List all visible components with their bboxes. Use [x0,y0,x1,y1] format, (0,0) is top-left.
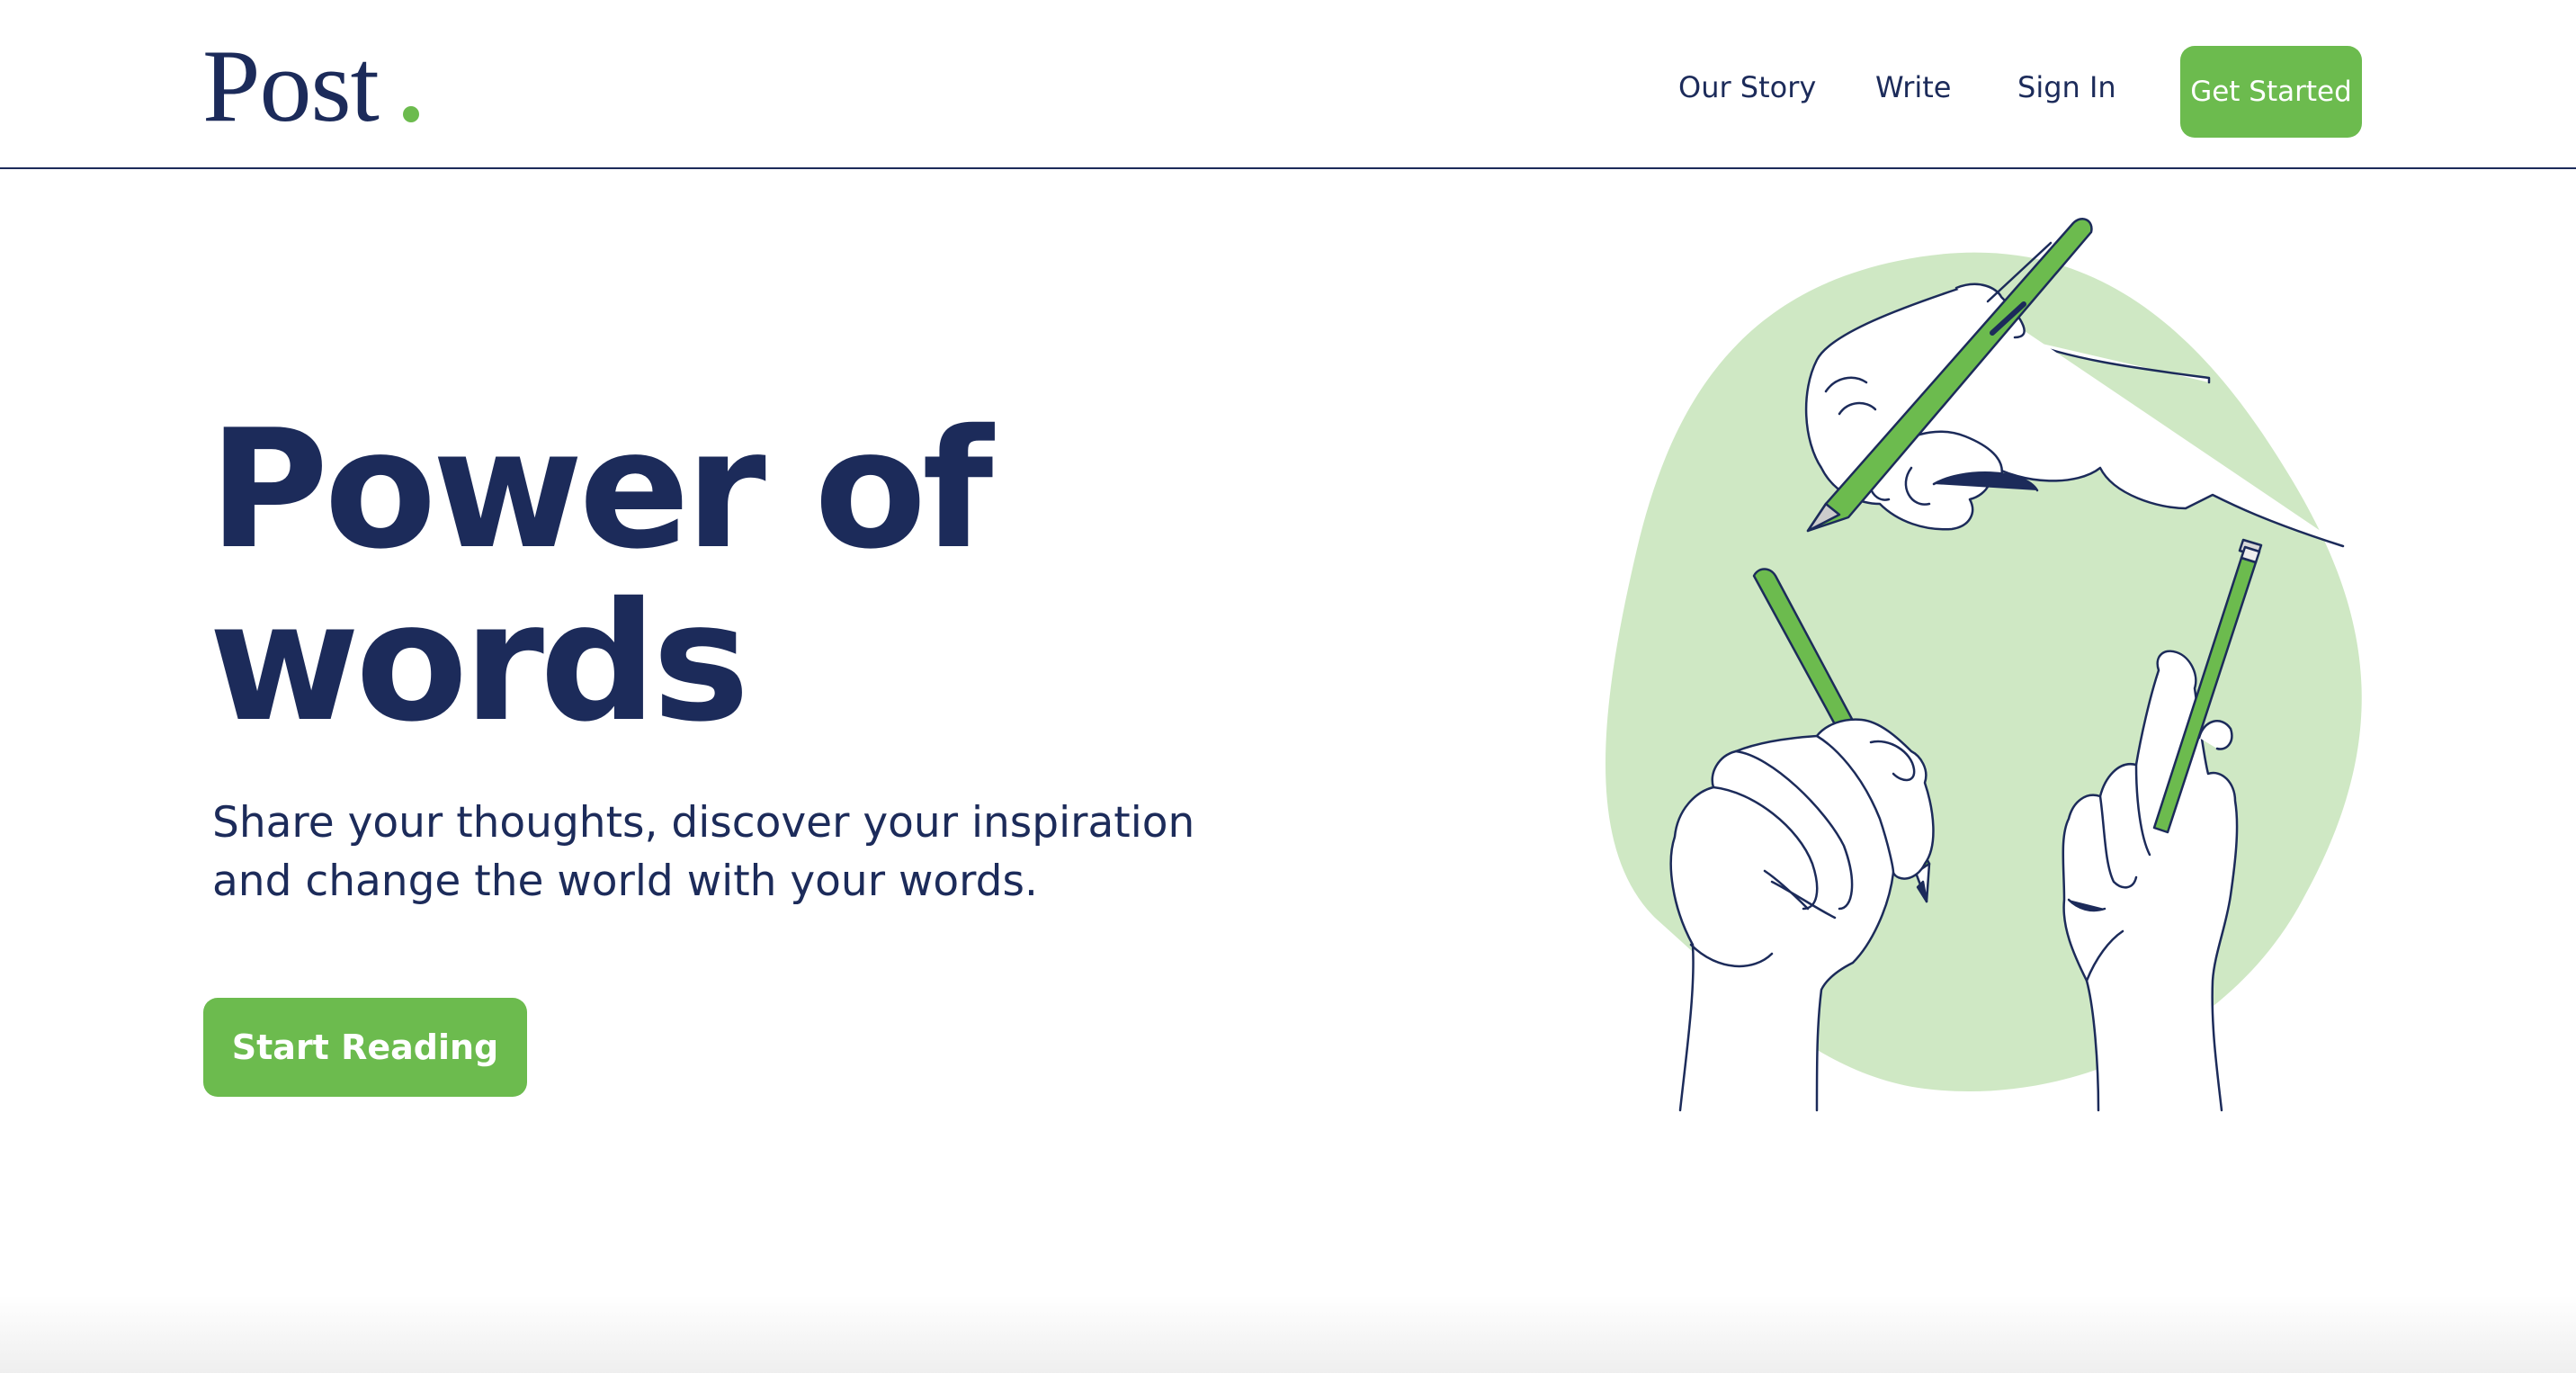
logo-dot-icon [403,106,419,122]
hands-writing-illustration [1606,218,2362,1112]
hero-title-line-2: words [209,567,750,758]
site-header: Post Our Story Write Sign In Get Started [0,0,2576,169]
start-reading-button[interactable]: Start Reading [203,998,527,1097]
nav-our-story[interactable]: Our Story [1678,70,1816,104]
hero-title-line-1: Power of [209,394,993,585]
hero-subtitle: Share your thoughts, discover your inspi… [212,798,1195,906]
nav-sign-in[interactable]: Sign In [2017,70,2116,104]
get-started-button[interactable]: Get Started [2180,46,2362,138]
logo-text: Post [202,29,380,144]
hero-title: Power of words [209,403,1108,749]
logo[interactable]: Post [202,34,380,139]
nav-write[interactable]: Write [1875,70,1951,104]
page-bottom-shadow [0,1296,2576,1373]
